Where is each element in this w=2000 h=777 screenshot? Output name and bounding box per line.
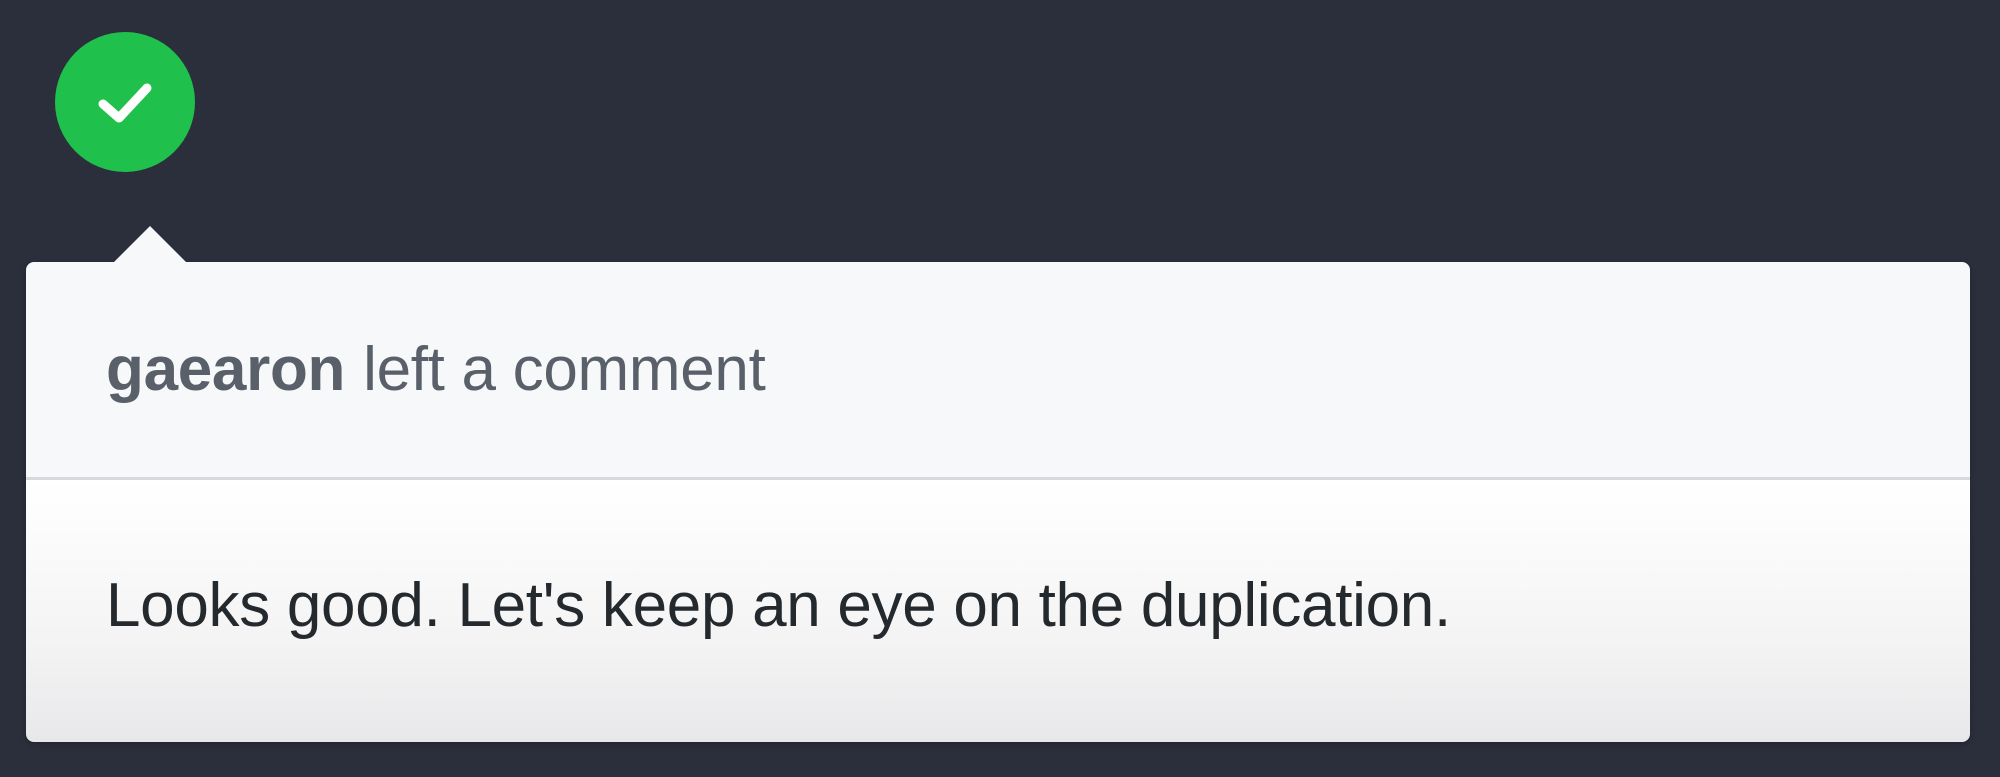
check-icon — [98, 83, 152, 123]
comment-header: gaearon left a comment — [26, 262, 1970, 480]
comment-body-text: Looks good. Let's keep an eye on the dup… — [106, 570, 1451, 640]
comment-card: gaearon left a comment Looks good. Let's… — [26, 226, 1970, 742]
review-status-check-icon — [55, 32, 195, 172]
comment-action-text: left a comment — [363, 335, 766, 404]
comment-card-pointer — [114, 226, 186, 262]
comment-body: Looks good. Let's keep an eye on the dup… — [26, 480, 1970, 742]
comment-author[interactable]: gaearon — [106, 334, 345, 405]
